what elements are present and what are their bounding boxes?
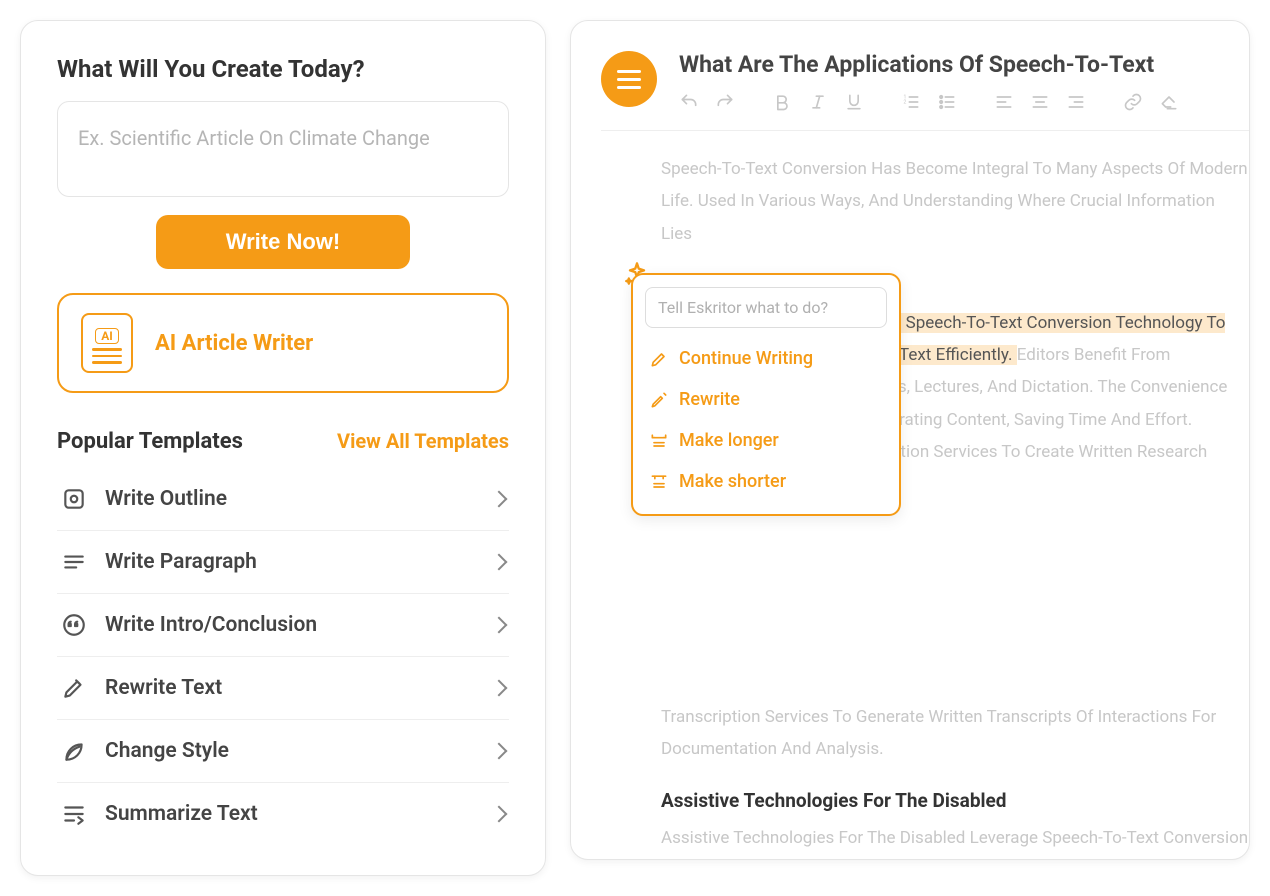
summarize-icon [61, 801, 87, 827]
section1-paragraph2: Transcription Services To Generate Writt… [661, 701, 1249, 766]
template-write-paragraph[interactable]: Write Paragraph [57, 531, 509, 594]
link-icon[interactable] [1123, 92, 1143, 112]
outline-icon [61, 486, 87, 512]
create-heading: What Will You Create Today? [57, 55, 509, 83]
template-change-style[interactable]: Change Style [57, 720, 509, 783]
view-all-templates-link[interactable]: View All Templates [337, 429, 509, 453]
paragraph-icon [61, 549, 87, 575]
template-label: Rewrite Text [105, 676, 475, 700]
template-list: Write Outline Write Paragraph Write Intr… [57, 468, 509, 845]
ai-action-label: Continue Writing [679, 348, 813, 369]
align-right-icon[interactable] [1066, 92, 1086, 112]
ai-command-input[interactable] [645, 287, 887, 328]
template-label: Write Intro/Conclusion [105, 613, 475, 637]
ai-assistant-popup: Continue Writing Rewrite Make longer Mak… [631, 273, 901, 516]
ai-action-continue-writing[interactable]: Continue Writing [645, 338, 887, 379]
ai-article-title: AI Article Writer [155, 331, 313, 356]
template-label: Change Style [105, 739, 475, 763]
editor-toolbar: 12 [679, 92, 1229, 112]
rewrite-icon [61, 675, 87, 701]
ai-article-icon: AI [81, 313, 133, 373]
divider [601, 130, 1249, 131]
template-write-outline[interactable]: Write Outline [57, 468, 509, 531]
section-title-assistive: Assistive Technologies For The Disabled [661, 789, 1249, 812]
ordered-list-icon[interactable]: 12 [901, 92, 921, 112]
menu-button[interactable] [601, 51, 657, 107]
chevron-right-icon [491, 491, 508, 508]
leaf-icon [61, 738, 87, 764]
document-body[interactable]: Speech-To-Text Conversion Has Become Int… [601, 153, 1249, 860]
eraser-icon[interactable] [1159, 92, 1179, 112]
ai-action-label: Make longer [679, 430, 779, 451]
template-label: Write Paragraph [105, 550, 475, 574]
ai-action-label: Rewrite [679, 389, 740, 410]
quote-icon [61, 612, 87, 638]
ai-action-make-shorter[interactable]: Make shorter [645, 461, 887, 502]
ai-action-make-longer[interactable]: Make longer [645, 420, 887, 461]
prompt-input[interactable] [57, 101, 509, 197]
doc-header: What Are The Applications Of Speech-To-T… [601, 51, 1249, 112]
bullet-list-icon[interactable] [937, 92, 957, 112]
template-summarize-text[interactable]: Summarize Text [57, 783, 509, 845]
template-label: Summarize Text [105, 802, 475, 826]
editor-panel: What Are The Applications Of Speech-To-T… [570, 20, 1250, 860]
template-rewrite-text[interactable]: Rewrite Text [57, 657, 509, 720]
document-title: What Are The Applications Of Speech-To-T… [679, 51, 1229, 78]
template-label: Write Outline [105, 487, 475, 511]
write-now-button[interactable]: Write Now! [156, 215, 410, 269]
bold-icon[interactable] [772, 92, 792, 112]
ai-article-writer-card[interactable]: AI AI Article Writer [57, 293, 509, 393]
chevron-right-icon [491, 806, 508, 823]
align-center-icon[interactable] [1030, 92, 1050, 112]
ai-action-label: Make shorter [679, 471, 786, 492]
chevron-right-icon [491, 680, 508, 697]
svg-text:2: 2 [904, 100, 907, 106]
chevron-right-icon [491, 554, 508, 571]
chevron-right-icon [491, 743, 508, 760]
align-left-icon[interactable] [994, 92, 1014, 112]
redo-icon[interactable] [715, 92, 735, 112]
italic-icon[interactable] [808, 92, 828, 112]
section2-paragraph1: Assistive Technologies For The Disabled … [661, 822, 1249, 860]
ai-badge: AI [95, 328, 119, 344]
intro-paragraph: Speech-To-Text Conversion Has Become Int… [661, 153, 1249, 250]
underline-icon[interactable] [844, 92, 864, 112]
templates-header: Popular Templates View All Templates [57, 429, 509, 454]
templates-title: Popular Templates [57, 429, 243, 454]
undo-icon[interactable] [679, 92, 699, 112]
create-panel: What Will You Create Today? Write Now! A… [20, 20, 546, 876]
ai-action-rewrite[interactable]: Rewrite [645, 379, 887, 420]
chevron-right-icon [491, 617, 508, 634]
template-write-intro[interactable]: Write Intro/Conclusion [57, 594, 509, 657]
